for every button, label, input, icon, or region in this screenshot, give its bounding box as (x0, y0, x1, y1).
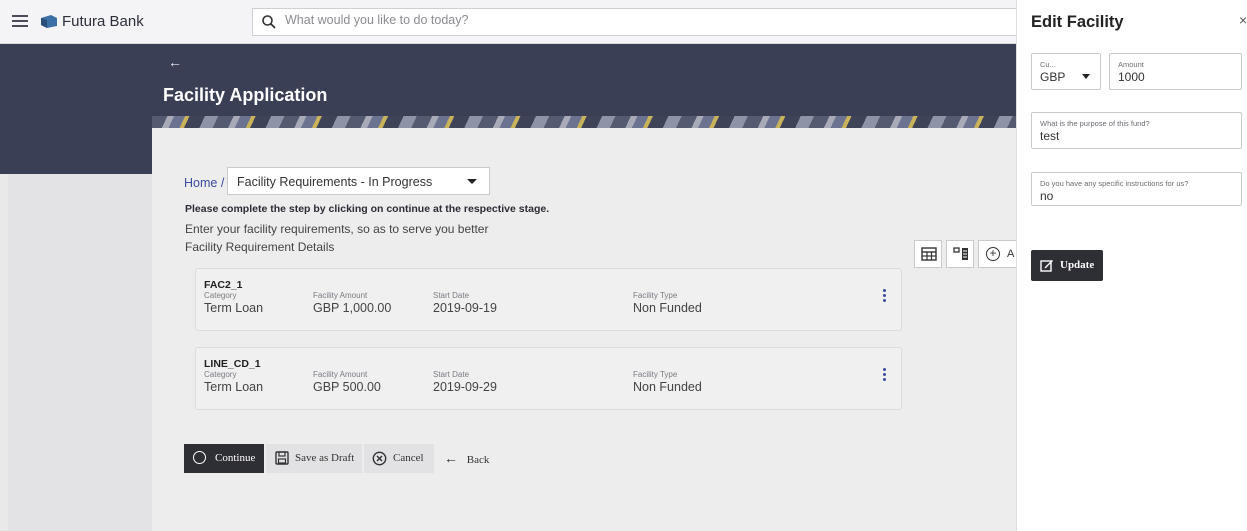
category-field: Category Term Loan (204, 291, 263, 315)
category-value: Term Loan (204, 380, 264, 394)
amount-input-label: Amount (1118, 60, 1144, 69)
start-date-field: Start Date 2019-09-29 (433, 370, 497, 394)
amount-field: Facility Amount GBP 500.00 (313, 370, 381, 394)
cancel-circle-icon (372, 451, 387, 466)
category-label: Category (204, 291, 237, 300)
plus-circle-icon: + (986, 247, 1000, 261)
facility-card: LINE_CD_1 Category Term Loan Facility Am… (195, 347, 902, 410)
search-input[interactable] (285, 13, 885, 27)
category-label: Category (204, 370, 237, 379)
currency-value: GBP (1040, 70, 1066, 84)
amount-value: GBP 500.00 (313, 380, 381, 394)
facility-type-label: Facility Type (633, 370, 678, 379)
bank-logo-icon (41, 15, 57, 28)
amount-label: Facility Amount (313, 370, 368, 379)
cancel-label: Cancel (393, 452, 424, 464)
continue-label: Continue (215, 452, 256, 464)
purpose-value: test (1040, 129, 1060, 143)
cancel-button[interactable]: Cancel (364, 444, 434, 473)
header-band (0, 44, 1016, 116)
add-facility-button[interactable]: + A (978, 240, 1016, 268)
check-circle-icon (193, 451, 206, 464)
facility-card: FAC2_1 Category Term Loan Facility Amoun… (195, 268, 902, 331)
amount-field: Facility Amount GBP 1,000.00 (313, 291, 391, 315)
header-band-left (0, 116, 152, 174)
instructions-label: Do you have any specific instructions fo… (1040, 179, 1189, 188)
facility-id: FAC2_1 (204, 279, 243, 291)
continue-button[interactable]: Continue (184, 444, 264, 473)
purpose-label: What is the purpose of this fund? (1040, 119, 1150, 128)
step-select[interactable]: Facility Requirements - In Progress (227, 167, 490, 195)
amount-value: GBP 1,000.00 (313, 301, 392, 315)
search-icon (262, 15, 276, 29)
instructions-input[interactable]: Do you have any specific instructions fo… (1031, 172, 1242, 206)
start-date-label: Start Date (433, 291, 470, 300)
facility-type-field: Facility Type Non Funded (633, 370, 702, 394)
facility-type-label: Facility Type (633, 291, 678, 300)
purpose-input[interactable]: What is the purpose of this fund? test (1031, 112, 1242, 149)
start-date-value: 2019-09-29 (433, 380, 497, 394)
instructions-value: no (1040, 189, 1054, 203)
table-view-button[interactable] (914, 240, 942, 268)
close-icon[interactable]: × (1239, 12, 1247, 28)
page-title: Facility Application (163, 85, 328, 105)
brand-name: Futura Bank (62, 13, 144, 30)
panel-title: Edit Facility (1031, 13, 1124, 31)
facility-type-value: Non Funded (633, 301, 702, 315)
more-options-icon[interactable] (883, 289, 887, 304)
update-button[interactable]: Update (1031, 250, 1103, 281)
menu-icon[interactable] (12, 15, 28, 27)
search-bar[interactable] (252, 8, 1016, 36)
save-as-draft-label: Save as Draft (295, 452, 355, 464)
save-as-draft-button[interactable]: Save as Draft (266, 444, 362, 473)
chevron-down-icon (467, 179, 477, 184)
chevron-down-icon (1082, 74, 1090, 79)
back-label: Back (466, 454, 490, 466)
decorative-pattern (152, 116, 1016, 128)
breadcrumb-home[interactable]: Home / (184, 176, 224, 190)
save-icon (275, 451, 289, 465)
facility-id: LINE_CD_1 (204, 358, 261, 370)
card-view-button[interactable] (946, 240, 974, 268)
amount-input[interactable]: Amount 1000 (1109, 53, 1242, 90)
intro-text: Enter your facility requirements, so as … (185, 222, 489, 236)
instruction-text: Please complete the step by clicking on … (185, 203, 550, 215)
start-date-label: Start Date (433, 370, 470, 379)
category-value: Term Loan (204, 301, 264, 315)
currency-select[interactable]: Cu... GBP (1031, 53, 1101, 90)
facility-type-value: Non Funded (633, 380, 702, 394)
section-title: Facility Requirement Details (185, 240, 335, 254)
start-date-field: Start Date 2019-09-19 (433, 291, 497, 315)
edit-icon (1040, 260, 1053, 272)
category-field: Category Term Loan (204, 370, 263, 394)
top-bar: Futura Bank (0, 0, 1016, 44)
more-options-icon[interactable] (883, 368, 887, 383)
start-date-value: 2019-09-19 (433, 301, 497, 315)
add-facility-label: A (1007, 248, 1015, 260)
facility-type-field: Facility Type Non Funded (633, 291, 702, 315)
table-view-icon (921, 247, 937, 261)
back-button[interactable]: ← Back (444, 452, 489, 468)
card-view-icon (953, 247, 968, 260)
amount-label: Facility Amount (313, 291, 368, 300)
header-back-arrow-icon[interactable]: ← (168, 54, 182, 70)
left-gutter (8, 174, 152, 531)
amount-input-value: 1000 (1118, 70, 1145, 84)
currency-label: Cu... (1040, 60, 1056, 69)
update-label: Update (1060, 259, 1095, 271)
step-select-value: Facility Requirements - In Progress (237, 175, 433, 189)
back-arrow-icon: ← (444, 452, 458, 467)
